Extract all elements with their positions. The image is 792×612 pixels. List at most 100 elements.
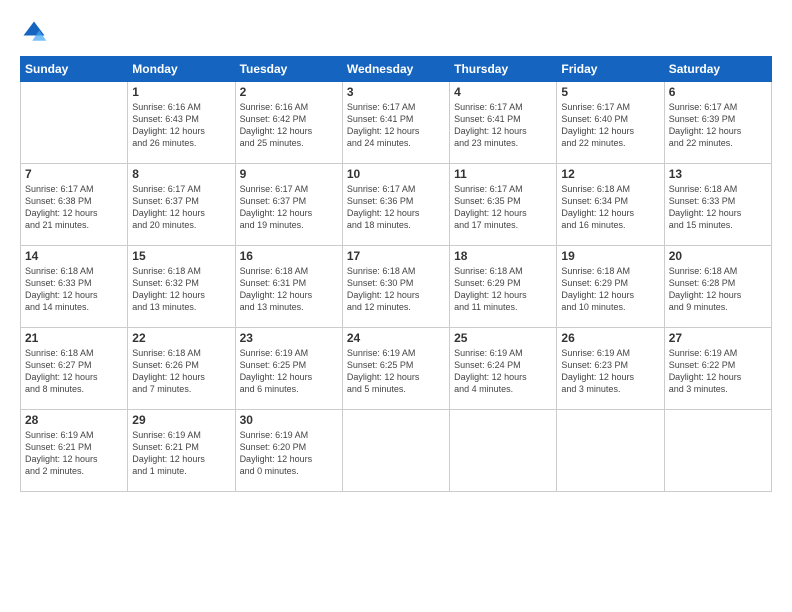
calendar-cell: 30 Sunrise: 6:19 AM Sunset: 6:20 PM Dayli… (235, 410, 342, 492)
day-number: 9 (240, 167, 338, 181)
calendar-cell: 8Sunrise: 6:17 AM Sunset: 6:37 PM Daylig… (128, 164, 235, 246)
calendar-cell: 29 Sunrise: 6:19 AM Sunset: 6:21 PM Dayli… (128, 410, 235, 492)
calendar-cell: 22Sunrise: 6:18 AM Sunset: 6:26 PM Dayli… (128, 328, 235, 410)
calendar-cell: 19 Sunrise: 6:18 AM Sunset: 6:29 PM Dayli… (557, 246, 664, 328)
calendar-cell: 6 Sunrise: 6:17 AM Sunset: 6:39 PM Daylig… (664, 82, 771, 164)
day-info: Sunrise: 6:18 AM Sunset: 6:34 PM Dayligh… (561, 183, 659, 232)
day-number: 19 (561, 249, 659, 263)
day-info: Sunrise: 6:19 AM Sunset: 6:24 PM Dayligh… (454, 347, 552, 396)
calendar-cell: 12 Sunrise: 6:18 AM Sunset: 6:34 PM Dayli… (557, 164, 664, 246)
calendar-cell: 18 Sunrise: 6:18 AM Sunset: 6:29 PM Dayli… (450, 246, 557, 328)
calendar-cell: 10 Sunrise: 6:17 AM Sunset: 6:36 PM Dayli… (342, 164, 449, 246)
calendar-cell: 5 Sunrise: 6:17 AM Sunset: 6:40 PM Daylig… (557, 82, 664, 164)
day-number: 28 (25, 413, 123, 427)
calendar-week-row: 14 Sunrise: 6:18 AM Sunset: 6:33 PM Dayli… (21, 246, 772, 328)
day-number: 20 (669, 249, 767, 263)
day-info: Sunrise: 6:18 AM Sunset: 6:29 PM Dayligh… (454, 265, 552, 314)
day-number: 7 (25, 167, 123, 181)
day-info: Sunrise: 6:17 AM Sunset: 6:36 PM Dayligh… (347, 183, 445, 232)
calendar-cell (664, 410, 771, 492)
day-number: 18 (454, 249, 552, 263)
day-number: 2 (240, 85, 338, 99)
day-number: 29 (132, 413, 230, 427)
day-info: Sunrise: 6:17 AM Sunset: 6:41 PM Dayligh… (347, 101, 445, 150)
day-info: Sunrise: 6:19 AM Sunset: 6:22 PM Dayligh… (669, 347, 767, 396)
day-number: 11 (454, 167, 552, 181)
calendar-cell (557, 410, 664, 492)
calendar-cell: 3 Sunrise: 6:17 AM Sunset: 6:41 PM Daylig… (342, 82, 449, 164)
day-number: 30 (240, 413, 338, 427)
calendar-cell: 14 Sunrise: 6:18 AM Sunset: 6:33 PM Dayli… (21, 246, 128, 328)
calendar-cell (450, 410, 557, 492)
calendar-week-row: 28 Sunrise: 6:19 AM Sunset: 6:21 PM Dayli… (21, 410, 772, 492)
calendar-cell: 27 Sunrise: 6:19 AM Sunset: 6:22 PM Dayli… (664, 328, 771, 410)
day-number: 23 (240, 331, 338, 345)
weekday-header: Tuesday (235, 57, 342, 82)
calendar-cell: 17 Sunrise: 6:18 AM Sunset: 6:30 PM Dayli… (342, 246, 449, 328)
calendar-week-row: 1 Sunrise: 6:16 AM Sunset: 6:43 PM Daylig… (21, 82, 772, 164)
day-info: Sunrise: 6:18 AM Sunset: 6:33 PM Dayligh… (25, 265, 123, 314)
calendar-cell: 20 Sunrise: 6:18 AM Sunset: 6:28 PM Dayli… (664, 246, 771, 328)
day-number: 4 (454, 85, 552, 99)
day-info: Sunrise: 6:17 AM Sunset: 6:35 PM Dayligh… (454, 183, 552, 232)
calendar-cell: 16Sunrise: 6:18 AM Sunset: 6:31 PM Dayli… (235, 246, 342, 328)
day-number: 24 (347, 331, 445, 345)
day-number: 17 (347, 249, 445, 263)
day-info: Sunrise: 6:17 AM Sunset: 6:37 PM Dayligh… (240, 183, 338, 232)
weekday-header: Thursday (450, 57, 557, 82)
day-info: Sunrise: 6:18 AM Sunset: 6:29 PM Dayligh… (561, 265, 659, 314)
weekday-header: Wednesday (342, 57, 449, 82)
day-info: Sunrise: 6:17 AM Sunset: 6:39 PM Dayligh… (669, 101, 767, 150)
day-number: 21 (25, 331, 123, 345)
calendar-week-row: 21Sunrise: 6:18 AM Sunset: 6:27 PM Dayli… (21, 328, 772, 410)
day-number: 10 (347, 167, 445, 181)
day-info: Sunrise: 6:18 AM Sunset: 6:28 PM Dayligh… (669, 265, 767, 314)
calendar-cell: 25 Sunrise: 6:19 AM Sunset: 6:24 PM Dayli… (450, 328, 557, 410)
calendar-cell: 21Sunrise: 6:18 AM Sunset: 6:27 PM Dayli… (21, 328, 128, 410)
day-number: 12 (561, 167, 659, 181)
calendar-header-row: SundayMondayTuesdayWednesdayThursdayFrid… (21, 57, 772, 82)
day-number: 1 (132, 85, 230, 99)
calendar-cell: 28 Sunrise: 6:19 AM Sunset: 6:21 PM Dayli… (21, 410, 128, 492)
day-info: Sunrise: 6:19 AM Sunset: 6:21 PM Dayligh… (132, 429, 230, 478)
day-info: Sunrise: 6:16 AM Sunset: 6:42 PM Dayligh… (240, 101, 338, 150)
calendar-cell: 11 Sunrise: 6:17 AM Sunset: 6:35 PM Dayli… (450, 164, 557, 246)
calendar-week-row: 7 Sunrise: 6:17 AM Sunset: 6:38 PM Daylig… (21, 164, 772, 246)
day-info: Sunrise: 6:19 AM Sunset: 6:25 PM Dayligh… (347, 347, 445, 396)
calendar-table: SundayMondayTuesdayWednesdayThursdayFrid… (20, 56, 772, 492)
day-number: 22 (132, 331, 230, 345)
day-number: 14 (25, 249, 123, 263)
day-info: Sunrise: 6:17 AM Sunset: 6:41 PM Dayligh… (454, 101, 552, 150)
logo (20, 18, 52, 46)
day-info: Sunrise: 6:19 AM Sunset: 6:21 PM Dayligh… (25, 429, 123, 478)
day-number: 27 (669, 331, 767, 345)
day-number: 13 (669, 167, 767, 181)
calendar-cell (342, 410, 449, 492)
day-info: Sunrise: 6:18 AM Sunset: 6:30 PM Dayligh… (347, 265, 445, 314)
day-info: Sunrise: 6:17 AM Sunset: 6:38 PM Dayligh… (25, 183, 123, 232)
day-info: Sunrise: 6:17 AM Sunset: 6:40 PM Dayligh… (561, 101, 659, 150)
logo-icon (20, 18, 48, 46)
day-number: 25 (454, 331, 552, 345)
day-number: 16 (240, 249, 338, 263)
calendar-cell (21, 82, 128, 164)
calendar-cell: 23Sunrise: 6:19 AM Sunset: 6:25 PM Dayli… (235, 328, 342, 410)
day-number: 3 (347, 85, 445, 99)
calendar-cell: 24 Sunrise: 6:19 AM Sunset: 6:25 PM Dayli… (342, 328, 449, 410)
day-number: 6 (669, 85, 767, 99)
day-info: Sunrise: 6:16 AM Sunset: 6:43 PM Dayligh… (132, 101, 230, 150)
calendar-cell: 2 Sunrise: 6:16 AM Sunset: 6:42 PM Daylig… (235, 82, 342, 164)
day-info: Sunrise: 6:18 AM Sunset: 6:33 PM Dayligh… (669, 183, 767, 232)
day-info: Sunrise: 6:17 AM Sunset: 6:37 PM Dayligh… (132, 183, 230, 232)
header (20, 18, 772, 46)
day-number: 15 (132, 249, 230, 263)
page: SundayMondayTuesdayWednesdayThursdayFrid… (0, 0, 792, 612)
weekday-header: Friday (557, 57, 664, 82)
day-info: Sunrise: 6:19 AM Sunset: 6:20 PM Dayligh… (240, 429, 338, 478)
day-number: 5 (561, 85, 659, 99)
calendar-cell: 4 Sunrise: 6:17 AM Sunset: 6:41 PM Daylig… (450, 82, 557, 164)
calendar-cell: 15Sunrise: 6:18 AM Sunset: 6:32 PM Dayli… (128, 246, 235, 328)
day-info: Sunrise: 6:19 AM Sunset: 6:23 PM Dayligh… (561, 347, 659, 396)
calendar-cell: 1 Sunrise: 6:16 AM Sunset: 6:43 PM Daylig… (128, 82, 235, 164)
calendar-cell: 13 Sunrise: 6:18 AM Sunset: 6:33 PM Dayli… (664, 164, 771, 246)
